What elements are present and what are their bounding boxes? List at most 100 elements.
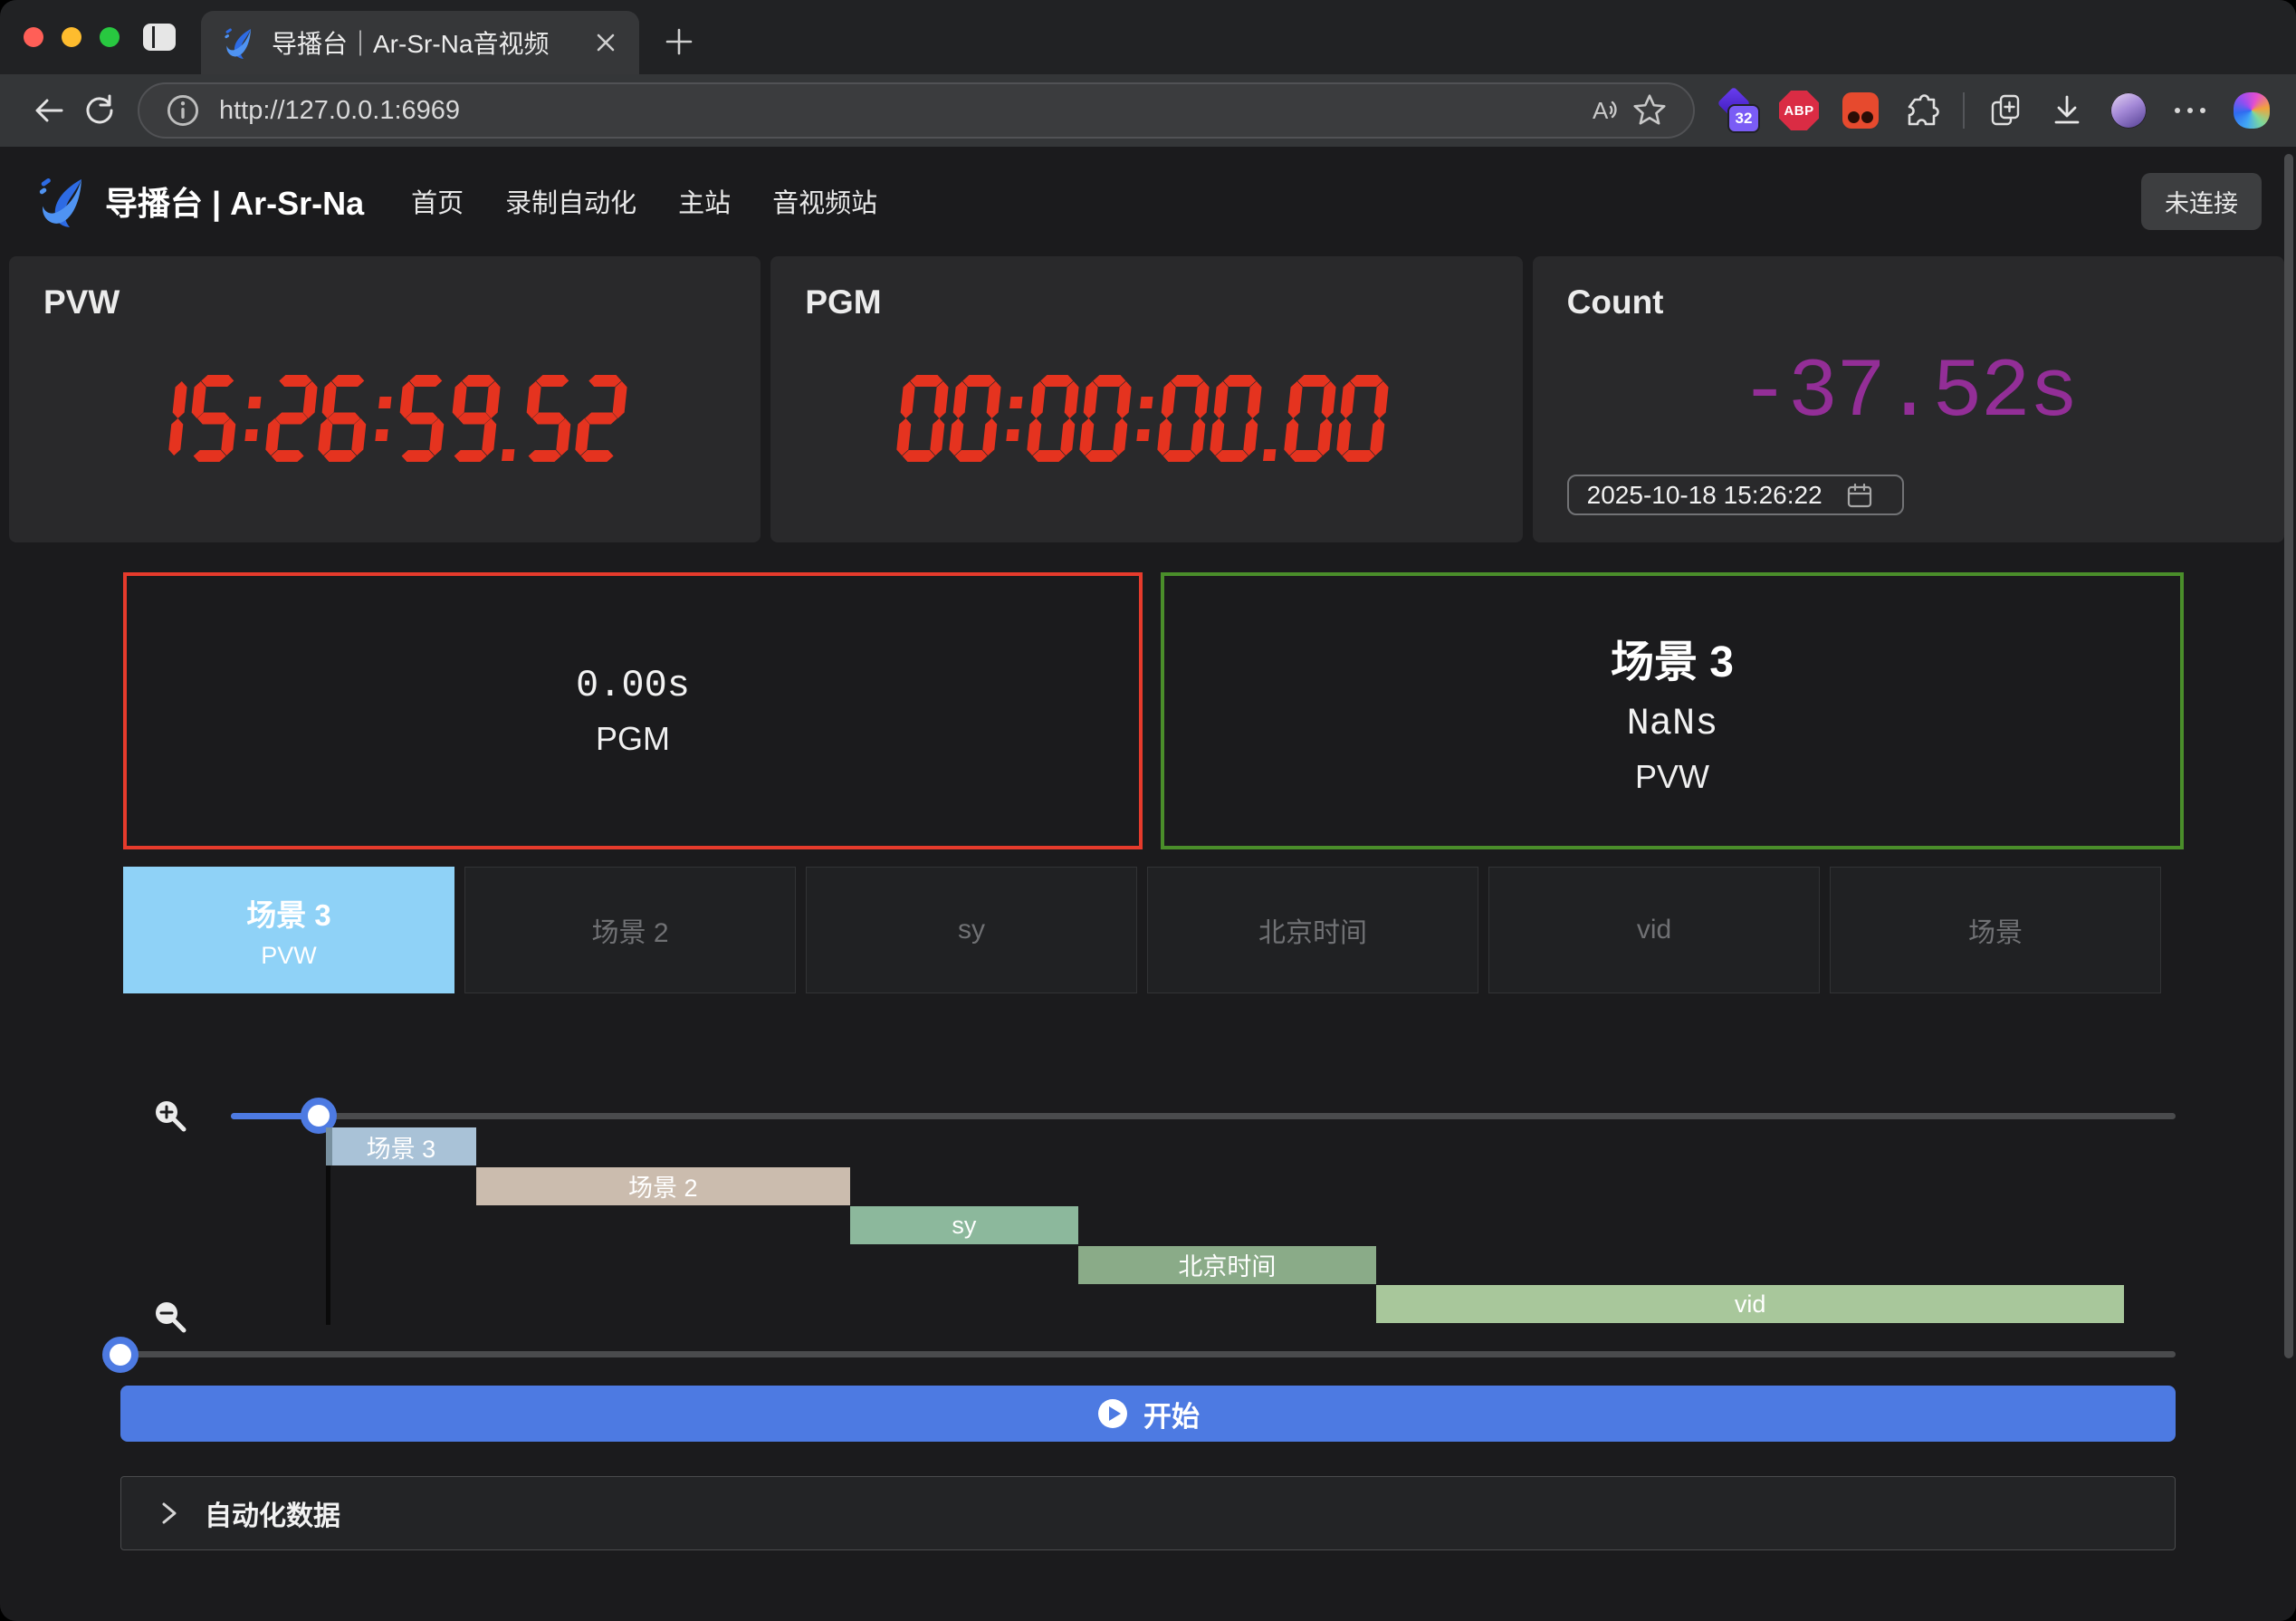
scroll-slider-track[interactable] [120, 1351, 2176, 1357]
timeline-bar-label: vid [1735, 1290, 1766, 1319]
timeline-bar[interactable]: 场景 2 [476, 1167, 850, 1205]
red-extension-icon[interactable] [1840, 90, 1881, 131]
play-icon [1096, 1397, 1129, 1430]
pgm-preview-time: 0.00s [576, 664, 690, 707]
timeline-bar-label: 场景 2 [628, 1168, 698, 1204]
pvw-panel-title: PVW [43, 283, 726, 321]
nav-link-3[interactable]: 主站 [678, 182, 731, 220]
scene-button[interactable]: vid [1488, 867, 1820, 993]
timeline-bar-progress [326, 1127, 332, 1165]
pgm-clock-display [894, 371, 1399, 465]
site-logo [34, 175, 91, 227]
adblock-plus-icon[interactable]: ABP [1778, 90, 1820, 131]
pgm-preview-box[interactable]: 0.00s PGM [123, 572, 1143, 849]
tab-title: 导播台｜Ar-Sr-Na音视频 [272, 24, 594, 61]
datetime-input[interactable]: 2025-10-18 15:26:22 [1567, 475, 1904, 515]
downloads-icon[interactable] [2046, 90, 2088, 131]
timeline-bar-label: 场景 3 [367, 1129, 436, 1165]
timeline-bar[interactable]: sy [850, 1206, 1078, 1244]
scene-button-title: 场景 3 [246, 891, 331, 935]
scroll-slider-handle[interactable] [102, 1337, 139, 1373]
new-tab-button[interactable] [655, 18, 703, 65]
zoom-out-icon[interactable] [152, 1299, 188, 1335]
toolbar-separator [1963, 92, 1965, 129]
automation-data-accordion[interactable]: 自动化数据 [120, 1476, 2176, 1550]
traffic-lights [24, 27, 120, 47]
page-scrollbar[interactable] [2284, 154, 2293, 1358]
refresh-button[interactable] [74, 85, 125, 136]
nav-link-2[interactable]: 录制自动化 [505, 182, 636, 220]
browser-toolbar: http://127.0.0.1:6969 A 32 ABP [0, 74, 2296, 147]
close-tab-icon[interactable] [594, 31, 617, 54]
scene-button[interactable]: 场景 3 PVW [123, 867, 454, 993]
zoom-window-button[interactable] [100, 27, 120, 47]
connection-status-badge[interactable]: 未连接 [2141, 173, 2262, 230]
settings-more-icon[interactable] [2169, 90, 2211, 131]
calendar-icon[interactable] [1846, 482, 1873, 509]
scene-button-title: sy [958, 915, 985, 945]
back-button[interactable] [24, 85, 74, 136]
site-favicon [223, 26, 255, 59]
clock-panels-row: PVW PGM Count -37.52s 2025-10-18 15:26:2… [9, 256, 2284, 542]
start-button-label: 开始 [1143, 1394, 1200, 1434]
timeline-bar-label: sy [952, 1212, 976, 1240]
copilot-icon[interactable] [2231, 90, 2272, 131]
pgm-panel-title: PGM [805, 283, 1488, 321]
extensions-puzzle-icon[interactable] [1901, 90, 1943, 131]
scene-button-row: 场景 3 PVW 场景 2 sy 北京时间 vid 场景 [123, 867, 2161, 993]
scene-button[interactable]: 场景 2 [464, 867, 796, 993]
tab-overview-icon[interactable] [143, 24, 176, 51]
scene-button-title: vid [1637, 915, 1671, 945]
zoom-slider-track[interactable] [231, 1113, 2176, 1119]
datetime-value: 2025-10-18 15:26:22 [1587, 481, 1822, 510]
timeline-gantt: 场景 3 场景 2 sy 北京时间 vid [120, 1127, 2176, 1330]
extension-icons-row: 32 ABP [1717, 90, 2272, 131]
scene-button-title: 场景 2 [591, 910, 668, 950]
scene-button[interactable]: 北京时间 [1147, 867, 1478, 993]
pvw-clock-panel: PVW [9, 256, 761, 542]
count-panel-title: Count [1567, 283, 2250, 321]
pvw-preview-title: 场景 3 [1611, 626, 1734, 689]
browser-window: 导播台｜Ar-Sr-Na音视频 http://127.0.0.1:6969 [0, 0, 2296, 1621]
pvw-clock-display [132, 371, 637, 465]
pvw-preview-label: PVW [1635, 758, 1709, 796]
collections-icon[interactable] [1985, 90, 2026, 131]
scene-button-subtitle: PVW [261, 942, 317, 970]
timeline-bar-label: 北京时间 [1178, 1247, 1276, 1282]
timeline-section: 场景 3 场景 2 sy 北京时间 vid [0, 1087, 2296, 1395]
pvw-preview-time: NaNs [1627, 702, 1718, 745]
pvw-preview-box[interactable]: 场景 3 NaNs PVW [1161, 572, 2184, 849]
pgm-preview-label: PGM [596, 720, 670, 758]
nav-link-4[interactable]: 音视频站 [772, 182, 877, 220]
start-button[interactable]: 开始 [120, 1386, 2176, 1442]
site-info-icon[interactable] [161, 89, 205, 132]
scene-button-title: 北京时间 [1258, 910, 1367, 950]
address-bar[interactable]: http://127.0.0.1:6969 A [138, 82, 1695, 139]
countdown-value: -37.52s [1567, 345, 2250, 440]
purple-extension-icon[interactable]: 32 [1717, 90, 1758, 131]
extension-badge: 32 [1727, 104, 1760, 133]
url-text[interactable]: http://127.0.0.1:6969 [219, 96, 1584, 126]
chevron-right-icon [158, 1500, 181, 1527]
close-window-button[interactable] [24, 27, 43, 47]
svg-text:A: A [1593, 97, 1609, 124]
site-navbar: 导播台 | Ar-Sr-Na 首页 录制自动化 主站 音视频站 未连接 [0, 147, 2296, 255]
pgm-clock-panel: PGM [770, 256, 1522, 542]
nav-link-1[interactable]: 首页 [411, 182, 464, 220]
read-aloud-icon[interactable]: A [1584, 89, 1628, 132]
minimize-window-button[interactable] [62, 27, 81, 47]
favorites-star-icon[interactable] [1628, 89, 1671, 132]
scene-button[interactable]: sy [806, 867, 1137, 993]
timeline-bar[interactable]: 场景 3 [326, 1127, 476, 1165]
browser-titlebar: 导播台｜Ar-Sr-Na音视频 [0, 0, 2296, 74]
nav-links: 首页 录制自动化 主站 音视频站 [411, 182, 877, 220]
page-content: 导播台 | Ar-Sr-Na 首页 录制自动化 主站 音视频站 未连接 PVW PGM… [0, 147, 2296, 1621]
browser-tab[interactable]: 导播台｜Ar-Sr-Na音视频 [201, 11, 639, 74]
profile-avatar[interactable] [2108, 90, 2149, 131]
scene-button[interactable]: 场景 [1830, 867, 2161, 993]
timeline-bar[interactable]: 北京时间 [1078, 1246, 1376, 1284]
site-brand-title: 导播台 | Ar-Sr-Na [105, 177, 364, 225]
timeline-bar[interactable]: vid [1376, 1285, 2124, 1323]
scene-button-title: 场景 [1968, 910, 2023, 950]
count-panel: Count -37.52s 2025-10-18 15:26:22 [1533, 256, 2284, 542]
